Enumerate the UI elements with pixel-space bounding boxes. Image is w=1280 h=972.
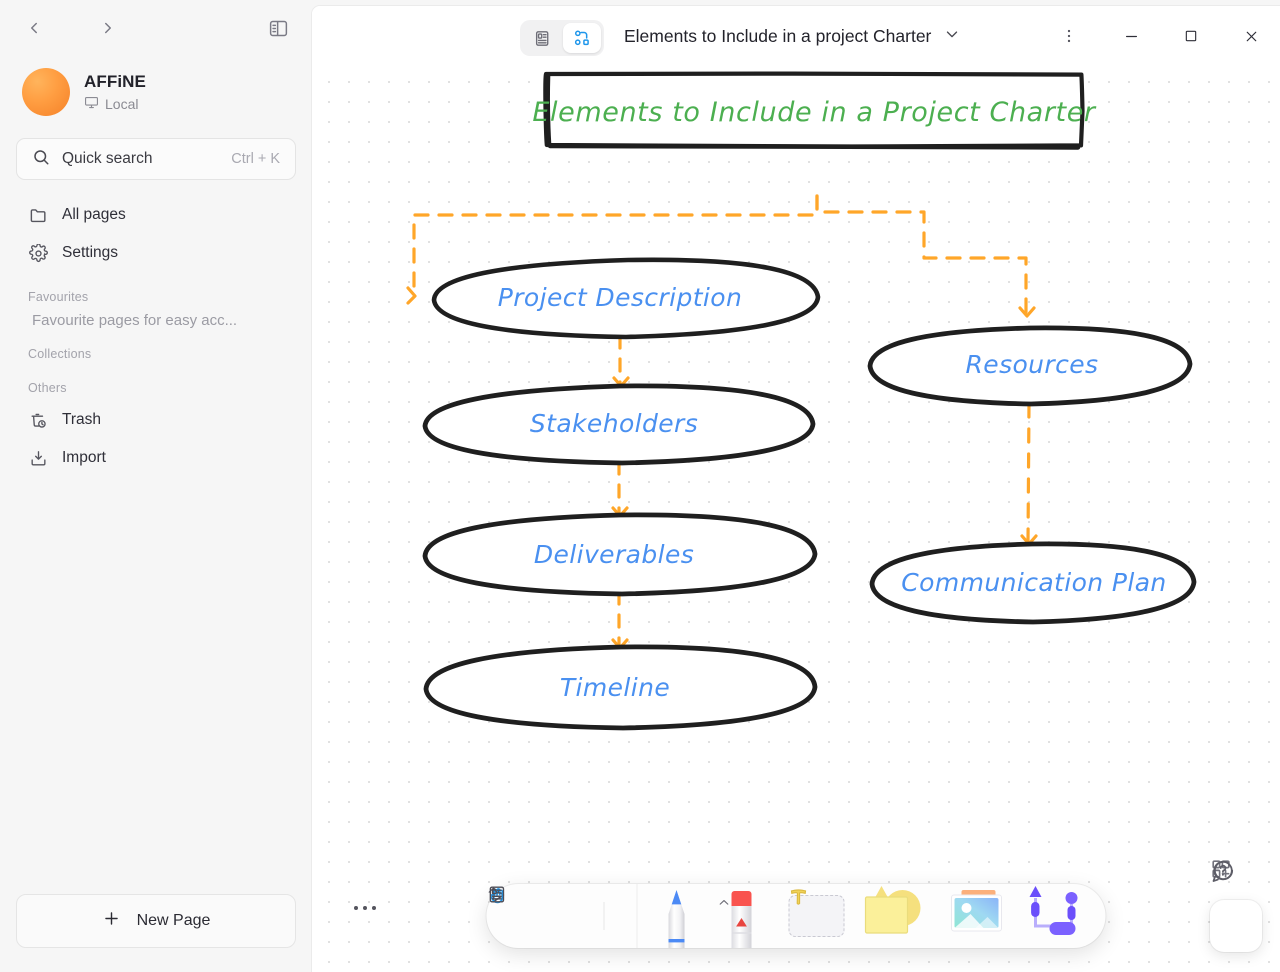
help-button[interactable] [1210, 860, 1262, 952]
new-page-button[interactable]: New Page [16, 894, 296, 948]
sidebar-item-label: Trash [62, 411, 102, 428]
shape-project-description[interactable]: Project Description [431, 257, 821, 340]
shape-resources[interactable]: Resources [867, 325, 1193, 407]
section-label-favourites: Favourites [28, 290, 89, 304]
connector-project-description-to-stakeholders[interactable] [612, 334, 630, 388]
hand-tool-button[interactable] [490, 888, 591, 935]
sidebar-item-settings[interactable]: Settings [12, 234, 300, 272]
node-label: Deliverables [534, 540, 694, 569]
workspace-name: AFFiNE [84, 71, 146, 91]
connector-deliverables-to-timeline[interactable] [611, 590, 629, 650]
page-mode-button[interactable] [523, 23, 561, 53]
shape-deliverables[interactable]: Deliverables [422, 512, 818, 597]
canvas-bottom-right-controls [1210, 858, 1262, 952]
sidebar-toggle-button[interactable] [262, 12, 294, 44]
more-vertical-icon[interactable] [1048, 17, 1090, 55]
sidebar-item-label: Settings [62, 244, 119, 261]
title-card-text: Elements to Include in a Project Charter [532, 97, 1097, 128]
desktop-icon [84, 95, 99, 113]
connector-stakeholders-to-deliverables[interactable] [611, 460, 629, 518]
pen-tool-icon [668, 890, 685, 948]
quick-search-shortcut: Ctrl + K [231, 151, 280, 167]
sidebar-item-trash[interactable]: Trash [12, 401, 300, 439]
workspace-sync-status: Local [84, 95, 146, 113]
workspace-meta: AFFiNE Local [84, 72, 146, 113]
connector-tool-button[interactable] [1020, 884, 1092, 948]
connector-tool-icon [1029, 886, 1078, 935]
edgeless-mode-button[interactable] [563, 23, 601, 53]
workspace-selector[interactable]: AFFiNE Local [0, 60, 312, 116]
app-root: AFFiNE Local Quick search Ctrl + K All p… [0, 0, 1280, 972]
folder-icon [28, 205, 48, 225]
import-icon [28, 448, 48, 468]
favourites-empty-hint: Favourite pages for easy acc... [32, 312, 238, 329]
sidebar-nav-list: All pages Settings [0, 196, 312, 272]
main-area: Elements to Include in a project Charter [312, 6, 1280, 972]
text-tool-icon [790, 889, 807, 905]
shape-tool-button[interactable] [858, 884, 932, 948]
editor-mode-toggle [520, 20, 604, 56]
minimize-icon[interactable] [1110, 17, 1152, 55]
sidebar-item-import[interactable]: Import [12, 439, 300, 477]
sidebar-topbar [0, 0, 312, 56]
toolbar-right-group [638, 884, 1106, 948]
node-label: Stakeholders [530, 409, 698, 438]
workspace-avatar [22, 68, 70, 116]
toolbar-left-group [487, 884, 637, 948]
chevron-down-icon[interactable] [943, 25, 961, 48]
sidebar-item-all-pages[interactable]: All pages [12, 196, 300, 234]
select-tool-button[interactable] [492, 887, 547, 935]
canvas-more-button[interactable] [348, 894, 382, 922]
workspace-sync-label: Local [105, 95, 139, 112]
sidebar-item-label: Import [62, 449, 106, 466]
shape-tool-icon [864, 886, 921, 934]
node-label: Project Description [498, 283, 742, 312]
document-titlebar: Elements to Include in a project Charter [312, 6, 1280, 66]
edgeless-canvas[interactable]: Elements to Include in a Project Charter… [312, 66, 1280, 972]
section-label-others: Others [28, 381, 67, 395]
quick-search-label: Quick search [62, 150, 153, 167]
plus-icon [102, 909, 121, 933]
text-tool-button[interactable] [786, 884, 848, 948]
connector-title-to-resources[interactable] [815, 194, 1036, 318]
more-horizontal-icon [354, 906, 376, 910]
toolbar-divider [603, 902, 605, 930]
image-tool-button[interactable] [940, 884, 1014, 948]
eraser-tool-icon [731, 891, 752, 948]
search-icon [32, 148, 50, 171]
gear-icon [28, 243, 48, 263]
node-label: Communication Plan [901, 568, 1166, 597]
close-icon[interactable] [1230, 17, 1272, 55]
window-controls [1048, 6, 1272, 66]
nav-back-button[interactable] [18, 12, 50, 44]
node-label: Resources [966, 350, 1099, 379]
nav-forward-button[interactable] [92, 12, 124, 44]
new-page-label: New Page [136, 912, 211, 929]
pen-tool-button[interactable] [652, 884, 729, 948]
whiteboard-svg: Elements to Include in a Project Charter… [406, 71, 1197, 731]
quick-search-button[interactable]: Quick search Ctrl + K [16, 138, 296, 180]
trash-icon [28, 410, 48, 430]
sidebar: AFFiNE Local Quick search Ctrl + K All p… [0, 0, 312, 972]
section-label-collections: Collections [28, 347, 92, 361]
sidebar-item-label: All pages [62, 206, 126, 223]
connector-resources-to-communication-plan[interactable] [1020, 402, 1038, 546]
image-tool-icon [951, 890, 1002, 932]
sidebar-others-list: Trash Import [0, 401, 312, 477]
help-circle-icon [1212, 860, 1234, 882]
shape-title-card[interactable]: Elements to Include in a Project Charter [532, 71, 1097, 150]
edgeless-toolbar [486, 884, 1106, 948]
document-title-area[interactable]: Elements to Include in a project Charter [624, 6, 961, 66]
node-label: Timeline [560, 673, 670, 702]
shape-stakeholders[interactable]: Stakeholders [422, 383, 816, 466]
maximize-icon[interactable] [1170, 17, 1212, 55]
shape-communication-plan[interactable]: Communication Plan [869, 541, 1197, 625]
eraser-tool-button[interactable] [722, 884, 774, 948]
page-title: Elements to Include in a project Charter [624, 25, 932, 46]
shape-timeline[interactable]: Timeline [423, 644, 818, 731]
